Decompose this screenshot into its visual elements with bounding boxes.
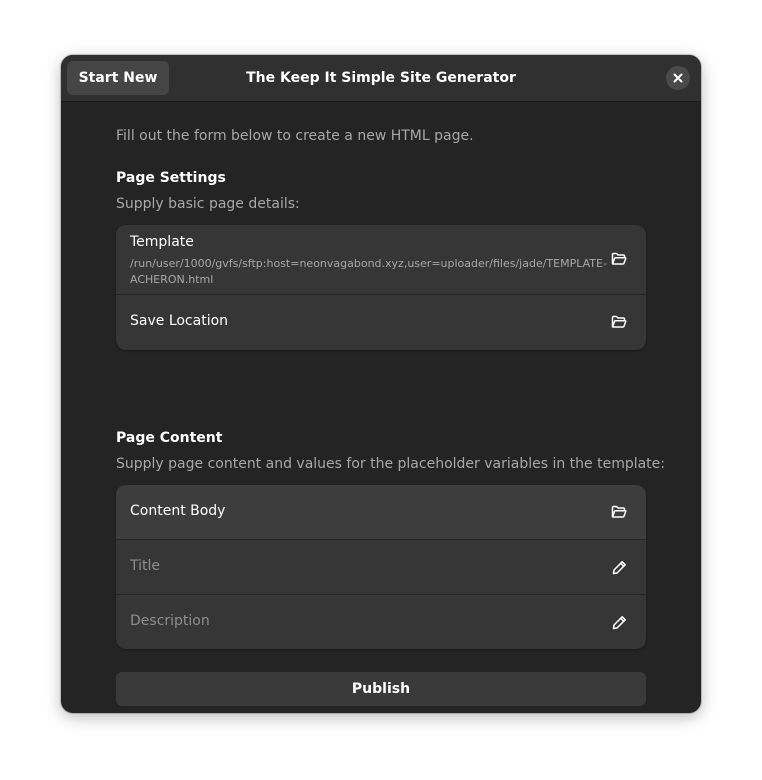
content-body-label: Content Body bbox=[130, 503, 226, 519]
publish-button[interactable]: Publish bbox=[116, 672, 646, 706]
title-row[interactable]: Title bbox=[116, 540, 646, 595]
window-title: The Keep It Simple Site Generator bbox=[246, 70, 516, 86]
title-field[interactable]: Title bbox=[130, 558, 160, 574]
page-content-heading: Page Content bbox=[116, 430, 223, 446]
template-label: Template bbox=[130, 234, 194, 250]
page-settings-heading: Page Settings bbox=[116, 170, 226, 186]
folder-open-icon[interactable] bbox=[610, 503, 628, 521]
page-content-card: Content Body Title Description bbox=[116, 485, 646, 649]
header-bar: Start New The Keep It Simple Site Genera… bbox=[61, 55, 701, 102]
pencil-icon[interactable] bbox=[610, 613, 628, 631]
description-row[interactable]: Description bbox=[116, 595, 646, 649]
folder-open-icon[interactable] bbox=[610, 250, 628, 268]
save-location-label: Save Location bbox=[130, 313, 229, 329]
page-settings-card: Template /run/user/1000/gvfs/sftp:host=n… bbox=[116, 225, 646, 350]
folder-open-icon[interactable] bbox=[610, 313, 628, 331]
start-new-button[interactable]: Start New bbox=[67, 61, 169, 95]
pencil-icon[interactable] bbox=[610, 558, 628, 576]
template-row[interactable]: Template /run/user/1000/gvfs/sftp:host=n… bbox=[116, 225, 646, 295]
close-button[interactable] bbox=[666, 66, 690, 90]
app-window: Start New The Keep It Simple Site Genera… bbox=[61, 55, 701, 713]
page-content-subtitle: Supply page content and values for the p… bbox=[116, 456, 666, 472]
page-settings-subtitle: Supply basic page details: bbox=[116, 196, 300, 212]
intro-text: Fill out the form below to create a new … bbox=[116, 128, 474, 144]
template-path: /run/user/1000/gvfs/sftp:host=neonvagabo… bbox=[130, 257, 607, 286]
close-icon bbox=[673, 73, 683, 83]
description-field[interactable]: Description bbox=[130, 613, 210, 629]
content-body-row[interactable]: Content Body bbox=[116, 485, 646, 540]
save-location-row[interactable]: Save Location bbox=[116, 295, 646, 350]
